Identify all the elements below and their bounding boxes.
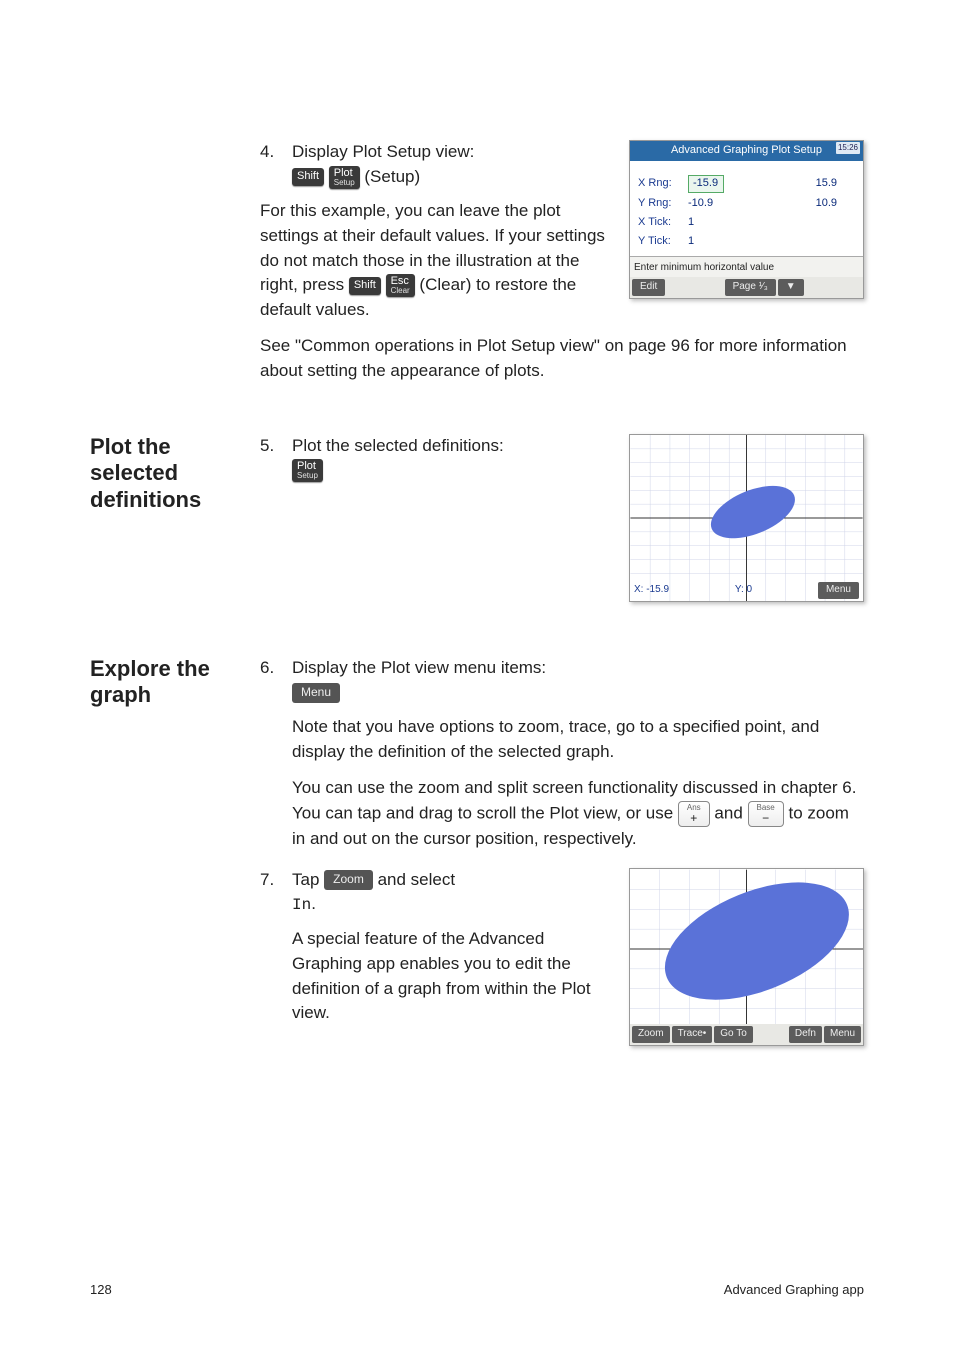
step-4-paren: (Setup) <box>364 167 420 186</box>
plot-setup-screenshot: Advanced Graphing Plot Setup 15:26 X Rng… <box>629 140 864 299</box>
step-5-num: 5. <box>260 434 282 483</box>
plot-key-icon: Plot Setup <box>329 166 360 189</box>
plot2-menu-bar: Zoom Trace• Go To Defn Menu <box>630 1024 863 1045</box>
menu-down: ▼ <box>778 279 804 296</box>
xrng-min: -15.9 <box>688 175 724 193</box>
para-special-feature: A special feature of the Advanced Graphi… <box>292 927 613 1026</box>
step-4-num: 4. <box>260 140 282 189</box>
plot-key-2-sub: Setup <box>297 472 318 480</box>
plus-key-main: + <box>690 811 697 825</box>
step-6-text: Display the Plot view menu items: <box>292 658 546 677</box>
menu-softkey: Menu <box>292 683 340 703</box>
page-number: 128 <box>90 1281 112 1300</box>
step-7-num: 7. <box>260 868 282 1038</box>
yrng-label: Y Rng: <box>638 196 688 212</box>
ytick-label: Y Tick: <box>638 234 688 250</box>
shift-key-icon: Shift <box>292 168 324 186</box>
yrng-min: -10.9 <box>688 196 713 212</box>
plot-key-icon-2: Plot Setup <box>292 459 323 482</box>
para-see-common: See "Common operations in Plot Setup vie… <box>260 334 864 383</box>
screenshot-title: Advanced Graphing Plot Setup 15:26 <box>630 141 863 161</box>
setup-fields: X Rng: -15.9 15.9 Y Rng: -10.9 10.9 X Ti… <box>630 161 863 250</box>
plot-key-sub: Setup <box>334 179 355 187</box>
xrng-label: X Rng: <box>638 176 688 192</box>
plot2-goto: Go To <box>714 1026 753 1043</box>
step-7: 7. Tap Zoom and select In. A special fea… <box>260 868 613 1038</box>
esc-key-icon: Esc Clear <box>386 274 415 297</box>
minus-key-main: − <box>762 811 769 825</box>
page-footer: 128 Advanced Graphing app <box>90 1281 864 1300</box>
minus-key-icon: Base − <box>748 801 784 827</box>
ytick-val: 1 <box>688 234 694 250</box>
step-7-b: and select <box>378 870 456 889</box>
plot1-x: X: -15.9 <box>634 583 669 598</box>
plot-view-screenshot-2: Zoom Trace• Go To Defn Menu <box>629 868 864 1046</box>
menu-page: Page ¹⁄₃ <box>725 279 776 296</box>
plus-key-icon: Ans + <box>678 801 710 827</box>
step-4: 4. Display Plot Setup view: Shift Plot S… <box>260 140 613 189</box>
footer-title: Advanced Graphing app <box>724 1281 864 1300</box>
zoom-softkey: Zoom <box>324 870 373 890</box>
xtick-val: 1 <box>688 215 694 231</box>
esc-key-sub: Clear <box>391 287 410 295</box>
para-zoom: You can use the zoom and split screen fu… <box>292 776 864 851</box>
shift-key-icon-2: Shift <box>349 277 381 295</box>
plot-key-main: Plot <box>334 167 353 179</box>
plot-graph-1 <box>630 435 863 601</box>
screenshot-help: Enter minimum horizontal value <box>630 256 863 278</box>
yrng-max: 10.9 <box>816 196 837 212</box>
menu-edit: Edit <box>632 279 665 296</box>
plot2-trace: Trace• <box>672 1026 713 1043</box>
in-option: In <box>292 896 311 914</box>
plot2-menu: Menu <box>824 1026 861 1043</box>
plot2-defn: Defn <box>789 1026 822 1043</box>
xtick-label: X Tick: <box>638 215 688 231</box>
step-6: 6. Display the Plot view menu items: Men… <box>260 656 864 864</box>
step-6-num: 6. <box>260 656 282 864</box>
step-5-text: Plot the selected definitions: <box>292 436 504 455</box>
plot2-zoom: Zoom <box>632 1026 670 1043</box>
xrng-max: 15.9 <box>816 176 837 192</box>
heading-plot-selected: Plot the selected definitions <box>90 434 240 606</box>
plot-graph-2 <box>630 869 863 1029</box>
para-note-options: Note that you have options to zoom, trac… <box>292 715 864 764</box>
plot-view-screenshot-1: X: -15.9 Y: 0 Menu <box>629 434 864 602</box>
heading-explore-graph: Explore the graph <box>90 656 240 1050</box>
step-7-a: Tap <box>292 870 324 889</box>
screenshot-title-text: Advanced Graphing Plot Setup <box>671 144 822 156</box>
step-7-c: . <box>311 894 316 913</box>
plot1-menu-key: Menu <box>818 582 859 599</box>
screenshot-time: 15:26 <box>836 142 860 154</box>
step-4-text: Display Plot Setup view: <box>292 142 474 161</box>
screenshot-menu: Edit Page ¹⁄₃ ▼ <box>630 277 863 298</box>
para-zoom-b: and <box>714 803 747 822</box>
step-5: 5. Plot the selected definitions: Plot S… <box>260 434 613 483</box>
plot1-y: Y: 0 <box>735 583 752 598</box>
